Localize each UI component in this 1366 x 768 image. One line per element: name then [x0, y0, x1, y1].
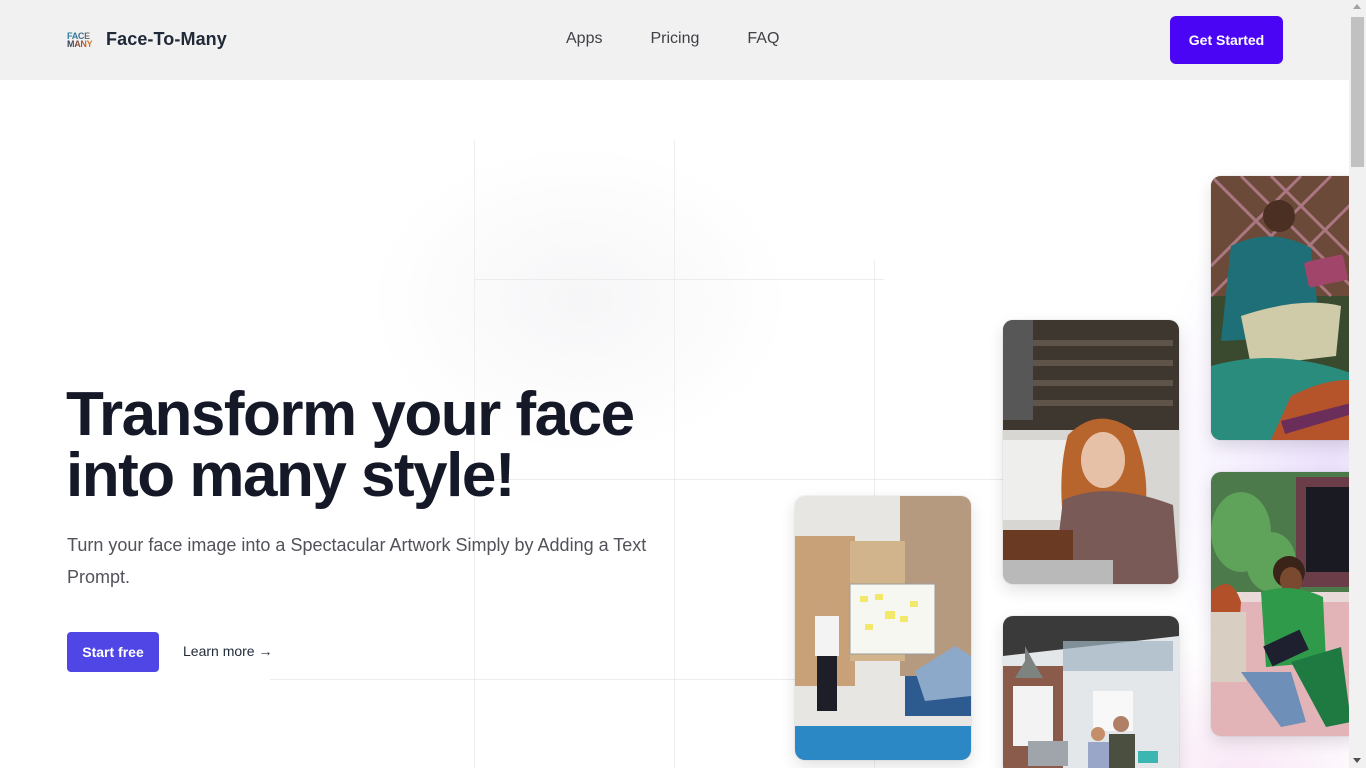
page-scrollbar[interactable]: [1349, 0, 1366, 768]
face-many-logo-icon: FACE MANY: [67, 30, 97, 50]
scrollbar-thumb[interactable]: [1351, 17, 1364, 167]
hero-title: Transform your face into many style!: [66, 384, 706, 507]
scroll-down-arrow-icon[interactable]: [1353, 758, 1361, 763]
top-navbar: FACE MANY Face-To-Many Apps Pricing FAQ …: [0, 0, 1349, 80]
bg-grid-line: [270, 679, 800, 680]
whiteboard-meeting-photo: [795, 496, 971, 760]
office-team-photo: [1003, 616, 1179, 768]
learn-more-link[interactable]: Learn more →: [183, 643, 272, 659]
start-free-button[interactable]: Start free: [67, 632, 159, 672]
women-on-pink-couch-photo: [1211, 472, 1359, 736]
brand-name: Face-To-Many: [106, 29, 227, 49]
scroll-up-arrow-icon[interactable]: [1353, 4, 1361, 9]
man-laughing-with-tablet-photo: [1211, 176, 1359, 440]
hero-title-line2: into many style!: [66, 441, 516, 510]
main-nav: Apps Pricing FAQ: [566, 30, 827, 48]
bg-grid-line: [474, 279, 884, 280]
nav-apps[interactable]: Apps: [566, 30, 602, 48]
hero-title-line1: Transform your face: [66, 380, 635, 449]
brand-logo[interactable]: FACE MANY Face-To-Many: [67, 29, 227, 50]
nav-faq[interactable]: FAQ: [747, 30, 779, 48]
woman-with-laptop-photo: [1003, 320, 1179, 584]
logo-mark-line2: MANY: [67, 39, 97, 48]
nav-pricing[interactable]: Pricing: [650, 30, 699, 48]
get-started-button[interactable]: Get Started: [1170, 16, 1283, 64]
hero-subtitle: Turn your face image into a Spectacular …: [67, 535, 647, 587]
